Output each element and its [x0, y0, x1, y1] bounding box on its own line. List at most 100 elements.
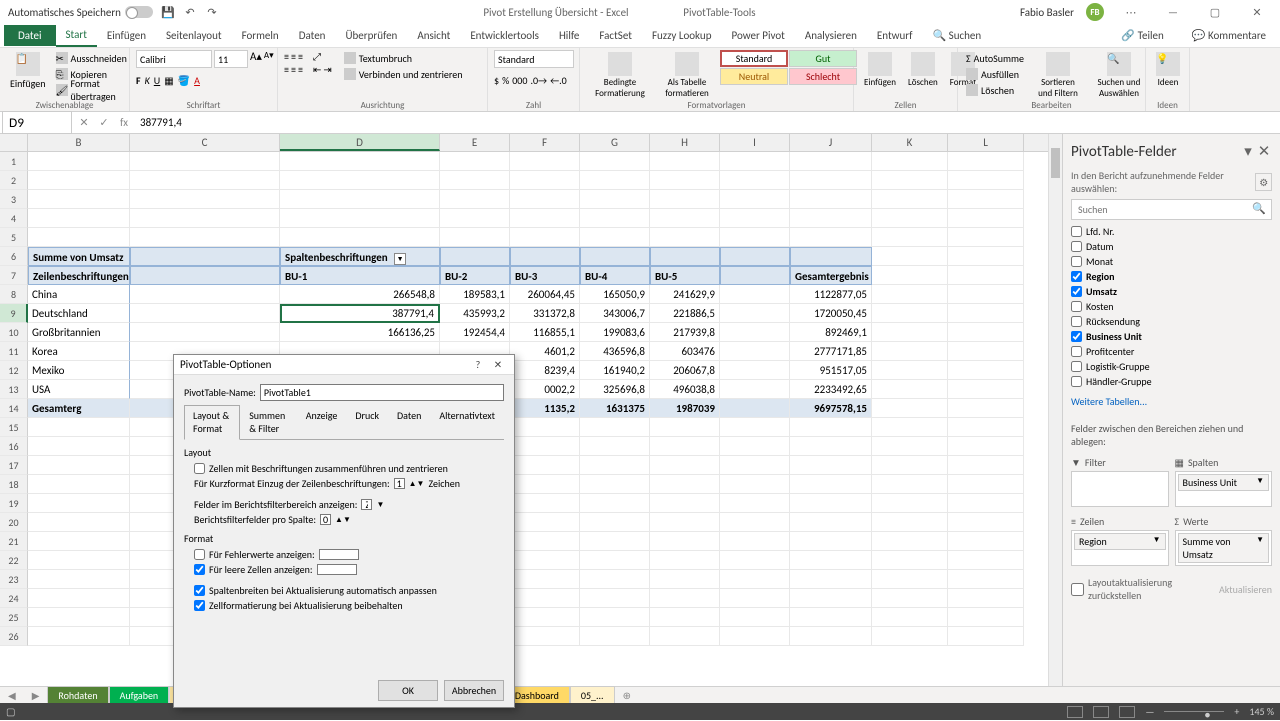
- cell[interactable]: [720, 190, 790, 209]
- tab-start[interactable]: Start: [56, 24, 97, 47]
- cell[interactable]: [510, 152, 580, 171]
- cell[interactable]: [580, 589, 650, 608]
- empty-cells-checkbox[interactable]: [194, 564, 205, 575]
- sheet-tab-6[interactable]: 05_...: [570, 686, 615, 704]
- normal-view-icon[interactable]: [1067, 706, 1083, 718]
- tab-ansicht[interactable]: Ansicht: [407, 25, 460, 46]
- cell[interactable]: [948, 399, 1024, 418]
- dialog-tab-1[interactable]: Summen & Filter: [240, 405, 297, 439]
- cell[interactable]: [580, 190, 650, 209]
- autofit-checkbox[interactable]: [194, 585, 205, 596]
- font-size-select[interactable]: [214, 50, 248, 68]
- cell[interactable]: 603476: [650, 342, 720, 361]
- share-button[interactable]: 🔗 Teilen: [1111, 25, 1173, 46]
- tab-powerpivot[interactable]: Power Pivot: [721, 25, 794, 46]
- cell[interactable]: [948, 209, 1024, 228]
- cell[interactable]: [650, 190, 720, 209]
- cell[interactable]: [790, 494, 872, 513]
- cell[interactable]: [790, 589, 872, 608]
- cell[interactable]: [280, 228, 440, 247]
- cell[interactable]: [510, 418, 580, 437]
- cell[interactable]: 4601,2: [510, 342, 580, 361]
- tab-suchen[interactable]: 🔍 Suchen: [922, 25, 991, 46]
- cell[interactable]: [872, 399, 948, 418]
- align-top-icon[interactable]: ≡: [284, 50, 289, 63]
- row-header-1[interactable]: 1: [0, 152, 28, 171]
- cell[interactable]: 1135,2: [510, 399, 580, 418]
- cell[interactable]: 387791,4: [280, 304, 440, 323]
- row-header-20[interactable]: 20: [0, 513, 28, 532]
- columns-drop-area[interactable]: Business Unit▼: [1175, 471, 1273, 507]
- cancel-formula-icon[interactable]: ✕: [74, 116, 94, 129]
- cell[interactable]: BU-5: [650, 266, 720, 285]
- cell[interactable]: [440, 209, 510, 228]
- field-checkbox[interactable]: [1071, 361, 1082, 372]
- cell[interactable]: [720, 323, 790, 342]
- cell[interactable]: [440, 190, 510, 209]
- cell[interactable]: [720, 475, 790, 494]
- clear-button[interactable]: Löschen: [964, 82, 1026, 98]
- cell[interactable]: [790, 152, 872, 171]
- dialog-close-icon[interactable]: ✕: [488, 358, 508, 371]
- row-header-23[interactable]: 23: [0, 570, 28, 589]
- cell[interactable]: [130, 285, 280, 304]
- error-values-checkbox[interactable]: [194, 549, 205, 560]
- cell[interactable]: [790, 228, 872, 247]
- cell[interactable]: [872, 589, 948, 608]
- cell[interactable]: [948, 437, 1024, 456]
- cell[interactable]: [720, 513, 790, 532]
- cell[interactable]: [440, 152, 510, 171]
- cell[interactable]: [790, 532, 872, 551]
- cell[interactable]: [650, 152, 720, 171]
- cell[interactable]: [872, 190, 948, 209]
- cell[interactable]: Gesamterg: [28, 399, 130, 418]
- fill-color-button[interactable]: 🪣: [178, 74, 190, 87]
- field-item-7[interactable]: Business Unit: [1071, 329, 1272, 344]
- cell[interactable]: [510, 209, 580, 228]
- col-header-L[interactable]: L: [948, 134, 1024, 151]
- cell[interactable]: 2233492,65: [790, 380, 872, 399]
- cell[interactable]: [510, 589, 580, 608]
- field-item-5[interactable]: Kosten: [1071, 299, 1272, 314]
- row-header-9[interactable]: 9: [0, 304, 28, 323]
- italic-button[interactable]: K: [145, 74, 150, 87]
- cell[interactable]: [580, 247, 650, 266]
- cell[interactable]: 1987039: [650, 399, 720, 418]
- cell[interactable]: Summe von Umsatz: [28, 247, 130, 266]
- cancel-button[interactable]: Abbrechen: [444, 680, 504, 701]
- cell[interactable]: [130, 323, 280, 342]
- cell[interactable]: [948, 247, 1024, 266]
- cell[interactable]: [510, 437, 580, 456]
- cell[interactable]: [650, 532, 720, 551]
- cell[interactable]: 951517,05: [790, 361, 872, 380]
- filter-drop-area[interactable]: [1071, 471, 1169, 507]
- panel-dropdown-icon[interactable]: ▾: [1240, 142, 1256, 161]
- filter-area-select[interactable]: [361, 499, 372, 510]
- comma-icon[interactable]: 000: [512, 74, 527, 87]
- cell[interactable]: [720, 304, 790, 323]
- cell[interactable]: [948, 361, 1024, 380]
- cell[interactable]: [790, 456, 872, 475]
- cell[interactable]: [790, 171, 872, 190]
- cell[interactable]: [948, 418, 1024, 437]
- row-header-14[interactable]: 14: [0, 399, 28, 418]
- align-center-icon[interactable]: ≡: [291, 63, 296, 76]
- cell[interactable]: 1122877,05: [790, 285, 872, 304]
- row-header-13[interactable]: 13: [0, 380, 28, 399]
- page-layout-view-icon[interactable]: [1093, 706, 1109, 718]
- cut-button[interactable]: ✂Ausschneiden: [54, 50, 129, 66]
- cell[interactable]: [510, 570, 580, 589]
- cell[interactable]: [130, 190, 280, 209]
- decrease-decimal-icon[interactable]: ←.0: [550, 74, 567, 87]
- cell[interactable]: [790, 627, 872, 646]
- sort-filter-button[interactable]: Sortieren und Filtern: [1030, 50, 1086, 101]
- cell[interactable]: 161940,2: [580, 361, 650, 380]
- align-middle-icon[interactable]: ≡: [291, 50, 296, 63]
- redo-icon[interactable]: ↷: [205, 5, 219, 19]
- autosum-button[interactable]: ΣAutoSumme: [964, 50, 1026, 66]
- cell[interactable]: [720, 361, 790, 380]
- cell[interactable]: [720, 171, 790, 190]
- font-select[interactable]: [136, 50, 212, 68]
- cell[interactable]: [580, 494, 650, 513]
- cell[interactable]: [28, 418, 130, 437]
